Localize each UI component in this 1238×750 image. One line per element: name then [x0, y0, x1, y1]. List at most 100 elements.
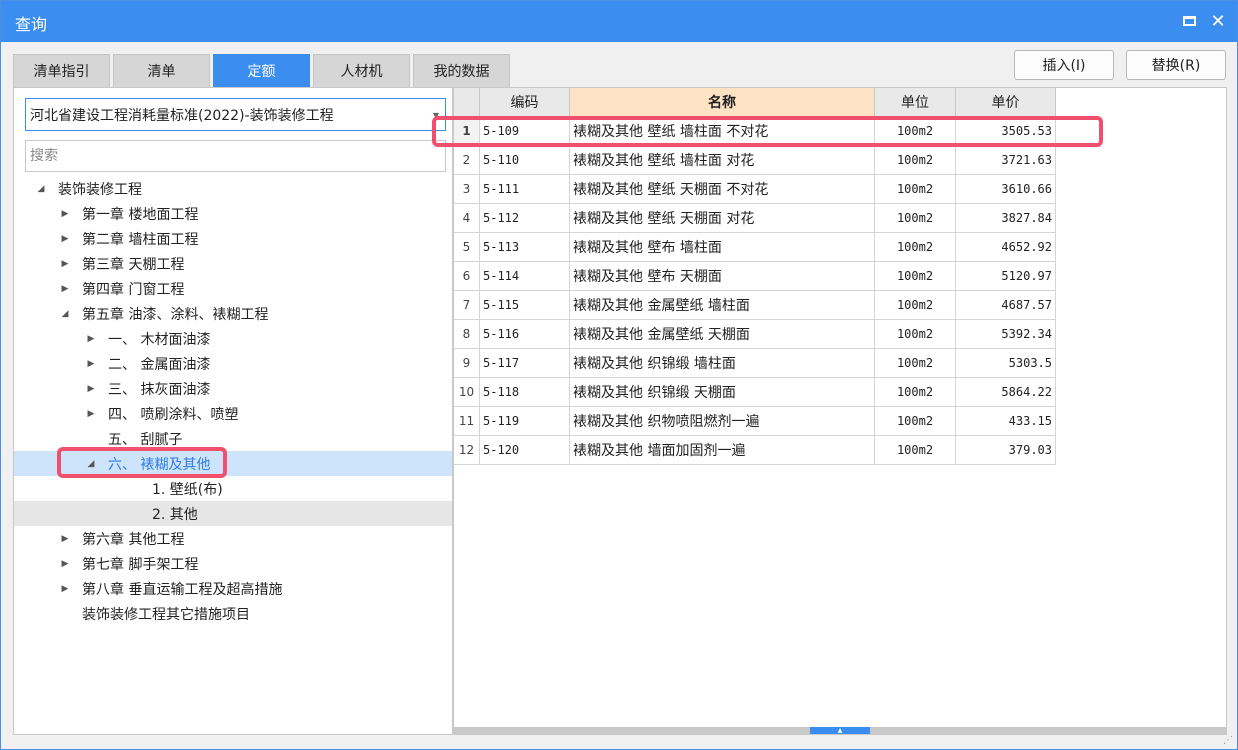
name-header[interactable]: 名称 [570, 88, 875, 117]
maximize-button[interactable] [1178, 10, 1200, 32]
tree-node[interactable]: ◢ 第五章 油漆、涂料、裱糊工程 [14, 301, 452, 326]
expand-arrow-icon[interactable]: ▶ [58, 534, 72, 544]
code-cell: 5-115 [480, 291, 570, 320]
tree-node[interactable]: 1. 壁纸(布) [14, 476, 452, 501]
search-input[interactable] [25, 140, 446, 172]
code-cell: 5-113 [480, 233, 570, 262]
unit-cell: 100m2 [875, 378, 956, 407]
tree-node-label: 一、 木材面油漆 [108, 331, 211, 348]
tree-node-label: 装饰装修工程其它措施项目 [82, 606, 250, 623]
unit-header[interactable]: 单位 [875, 88, 956, 117]
price-header[interactable]: 单价 [956, 88, 1056, 117]
name-cell: 裱糊及其他 织锦缎 天棚面 [570, 378, 875, 407]
tree-node[interactable]: ◢ 装饰装修工程 [14, 176, 452, 201]
insert-button[interactable]: 插入(I) [1014, 50, 1114, 80]
tree-node[interactable]: ▶ 四、 喷刷涂料、喷塑 [14, 401, 452, 426]
tree-node-label: 第六章 其他工程 [82, 531, 185, 548]
tab-2[interactable]: 定额 [213, 54, 310, 87]
tree-node[interactable]: 2. 其他 [14, 501, 452, 526]
expand-arrow-icon[interactable]: ▶ [84, 409, 98, 419]
price-cell: 3721.63 [956, 146, 1056, 175]
name-cell: 裱糊及其他 织物喷阻燃剂一遍 [570, 407, 875, 436]
close-button[interactable]: ✕ [1207, 10, 1229, 32]
tree-node-label: 三、 抹灰面油漆 [108, 381, 211, 398]
code-cell: 5-109 [480, 117, 570, 146]
unit-cell: 100m2 [875, 320, 956, 349]
tab-4[interactable]: 我的数据 [413, 54, 510, 87]
name-cell: 裱糊及其他 壁纸 天棚面 不对花 [570, 175, 875, 204]
price-cell: 5303.5 [956, 349, 1056, 378]
row-number: 6 [454, 262, 480, 291]
close-icon: ✕ [1210, 10, 1226, 32]
tree-node[interactable]: ◢ 六、 裱糊及其他 [14, 451, 452, 476]
title-bar: 查询 ✕ [1, 1, 1237, 42]
tree-node[interactable]: ▶ 三、 抹灰面油漆 [14, 376, 452, 401]
unit-cell: 100m2 [875, 436, 956, 465]
expand-arrow-icon[interactable]: ▶ [58, 234, 72, 244]
tree-node[interactable]: ▶ 第二章 墙柱面工程 [14, 226, 452, 251]
price-cell: 5864.22 [956, 378, 1056, 407]
row-number: 5 [454, 233, 480, 262]
tree-node-label: 五、 刮腻子 [108, 431, 183, 448]
row-number: 7 [454, 291, 480, 320]
unit-cell: 100m2 [875, 262, 956, 291]
price-cell: 379.03 [956, 436, 1056, 465]
price-cell: 5392.34 [956, 320, 1056, 349]
maximize-icon [1182, 16, 1196, 26]
price-cell: 4652.92 [956, 233, 1056, 262]
tree-node[interactable]: ▶ 二、 金属面油漆 [14, 351, 452, 376]
row-number: 2 [454, 146, 480, 175]
collapse-arrow-icon[interactable]: ◢ [58, 309, 72, 319]
price-cell: 5120.97 [956, 262, 1056, 291]
tree-node[interactable]: ▶ 第四章 门窗工程 [14, 276, 452, 301]
name-cell: 裱糊及其他 墙面加固剂一遍 [570, 436, 875, 465]
expand-arrow-icon[interactable]: ▶ [58, 259, 72, 269]
tree-node[interactable]: ▶ 第八章 垂直运输工程及超高措施 [14, 576, 452, 601]
unit-cell: 100m2 [875, 175, 956, 204]
code-cell: 5-119 [480, 407, 570, 436]
expand-arrow-icon[interactable]: ▶ [58, 284, 72, 294]
tree-node-label: 二、 金属面油漆 [108, 356, 211, 373]
tree-node[interactable]: ▶ 一、 木材面油漆 [14, 326, 452, 351]
code-cell: 5-112 [480, 204, 570, 233]
row-number: 1 [454, 117, 480, 146]
expand-arrow-icon[interactable]: ▶ [84, 384, 98, 394]
tree-node[interactable]: ▶ 第七章 脚手架工程 [14, 551, 452, 576]
code-cell: 5-111 [480, 175, 570, 204]
expand-arrow-icon[interactable]: ▶ [84, 359, 98, 369]
name-cell: 裱糊及其他 金属壁纸 天棚面 [570, 320, 875, 349]
category-panel: 河北省建设工程消耗量标准(2022)-装饰装修工程 ▼ ◢ 装饰装修工程 ▶ 第一章 … [13, 87, 453, 735]
expand-arrow-icon[interactable]: ▶ [84, 334, 98, 344]
horizontal-scrollbar[interactable]: ▲ [454, 727, 1226, 734]
tree-node[interactable]: ▶ 第六章 其他工程 [14, 526, 452, 551]
standard-select[interactable]: 河北省建设工程消耗量标准(2022)-装饰装修工程 ▼ [25, 98, 446, 131]
code-header[interactable]: 编码 [480, 88, 570, 117]
price-cell: 3505.53 [956, 117, 1056, 146]
tree-node[interactable]: ▶ 第三章 天棚工程 [14, 251, 452, 276]
tab-3[interactable]: 人材机 [313, 54, 410, 87]
row-number-header[interactable] [454, 88, 480, 117]
row-number: 8 [454, 320, 480, 349]
expand-arrow-icon[interactable]: ▶ [58, 209, 72, 219]
replace-button[interactable]: 替换(R) [1126, 50, 1226, 80]
tree-node[interactable]: 装饰装修工程其它措施项目 [14, 601, 452, 626]
tree-node-label: 第三章 天棚工程 [82, 256, 185, 273]
collapse-arrow-icon[interactable]: ◢ [34, 184, 48, 194]
scroll-grip-icon[interactable]: ▲ [810, 727, 870, 734]
expand-arrow-icon[interactable]: ▶ [58, 584, 72, 594]
expand-arrow-icon[interactable]: ▶ [58, 559, 72, 569]
standard-select-value: 河北省建设工程消耗量标准(2022)-装饰装修工程 [30, 107, 334, 124]
tab-1[interactable]: 清单 [113, 54, 210, 87]
price-cell: 4687.57 [956, 291, 1056, 320]
query-dialog: 查询 ✕ 清单指引 清单 定额 人材机 我的数据 插入(I) 替换(R) 河北省建设工程… [0, 0, 1238, 750]
row-number: 3 [454, 175, 480, 204]
tab-0[interactable]: 清单指引 [13, 54, 110, 87]
tree-node-label: 第八章 垂直运输工程及超高措施 [82, 581, 283, 598]
tree-node-label: 第四章 门窗工程 [82, 281, 185, 298]
unit-cell: 100m2 [875, 117, 956, 146]
collapse-arrow-icon[interactable]: ◢ [84, 459, 98, 469]
resize-grip-icon[interactable]: ⋰ [1223, 735, 1235, 747]
unit-cell: 100m2 [875, 146, 956, 175]
tree-node[interactable]: ▶ 第一章 楼地面工程 [14, 201, 452, 226]
tree-node[interactable]: 五、 刮腻子 [14, 426, 452, 451]
